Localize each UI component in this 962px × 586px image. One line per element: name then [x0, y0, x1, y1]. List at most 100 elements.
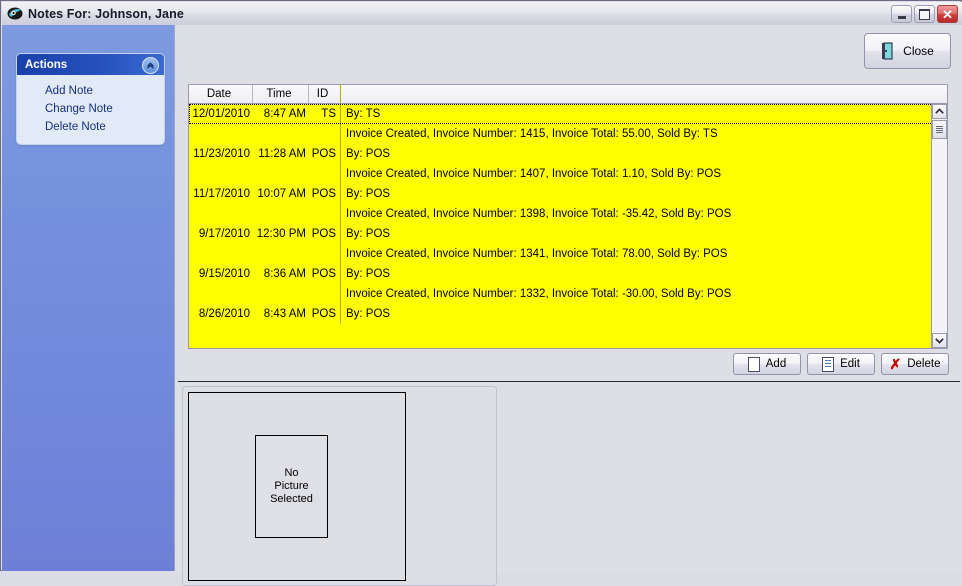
- notes-grid: Date Time ID 12/01/2010 8:47 AM TS By: TS In…: [188, 84, 948, 349]
- row-cell-time: 8:47 AM: [263, 108, 306, 120]
- actions-panel-body: Add Note Change Note Delete Note: [17, 75, 164, 144]
- column-header-date[interactable]: Date: [189, 85, 253, 103]
- row-cell-time: [253, 164, 309, 184]
- section-divider: [178, 381, 960, 382]
- row-cell-id: [309, 244, 341, 264]
- row-cell-note: Invoice Created, Invoice Number: 1332, I…: [346, 288, 732, 300]
- row-cell-time: 8:36 AM: [263, 268, 306, 280]
- row-cell-note: By: POS: [346, 148, 391, 160]
- grid-header-row: Date Time ID: [189, 85, 947, 104]
- row-cell-id: [309, 124, 341, 144]
- close-icon: ✕: [942, 6, 953, 22]
- maximize-icon: [919, 8, 930, 20]
- chevron-up-icon[interactable]: [142, 57, 159, 74]
- close-button-label: Close: [903, 44, 934, 58]
- row-cell-time: [253, 284, 309, 304]
- row-cell-note: By: POS: [346, 268, 391, 280]
- scrollbar-grip-icon: [936, 126, 943, 133]
- row-cell-note: By: POS: [346, 188, 391, 200]
- delete-button[interactable]: ✗ Delete: [881, 353, 949, 375]
- table-row[interactable]: Invoice Created, Invoice Number: 1341, I…: [189, 244, 933, 264]
- sidebar-item-add-note[interactable]: Add Note: [17, 82, 164, 100]
- row-cell-date: [189, 204, 253, 224]
- table-row[interactable]: Invoice Created, Invoice Number: 1415, I…: [189, 124, 933, 144]
- no-picture-placeholder: No Picture Selected: [255, 435, 328, 538]
- column-header-note[interactable]: [341, 85, 947, 103]
- placeholder-line-3: Selected: [270, 493, 313, 505]
- row-cell-time: 8:43 AM: [263, 308, 306, 320]
- row-cell-time: 11:28 AM: [258, 148, 306, 160]
- column-header-time[interactable]: Time: [253, 85, 309, 103]
- row-cell-date: [189, 164, 253, 184]
- table-row[interactable]: 8/26/2010 8:43 AM POS By: POS: [189, 304, 933, 324]
- actions-panel-title: Actions: [25, 58, 68, 71]
- exit-door-icon: [881, 42, 895, 60]
- table-row[interactable]: Invoice Created, Invoice Number: 1332, I…: [189, 284, 933, 304]
- grid-action-buttons: Add Edit ✗ Delete: [733, 353, 949, 375]
- close-window-button[interactable]: ✕: [937, 5, 958, 23]
- app-swoosh-icon: [7, 6, 23, 21]
- table-row[interactable]: Invoice Created, Invoice Number: 1407, I…: [189, 164, 933, 184]
- close-button[interactable]: Close: [864, 33, 951, 69]
- row-cell-date: 8/26/2010: [198, 308, 250, 320]
- row-cell-id: POS: [309, 184, 341, 204]
- delete-button-label: Delete: [907, 358, 941, 370]
- row-cell-id: [309, 284, 341, 304]
- table-row[interactable]: 9/15/2010 8:36 AM POS By: POS: [189, 264, 933, 284]
- row-cell-date: [189, 124, 253, 144]
- row-cell-id: POS: [309, 144, 341, 164]
- sidebar-item-delete-note[interactable]: Delete Note: [17, 118, 164, 136]
- minimize-icon: [897, 15, 906, 19]
- lined-page-icon: [822, 356, 835, 372]
- sidebar: Actions Add Note Change Note Delete Note: [2, 25, 175, 571]
- grid-vertical-scrollbar[interactable]: [931, 104, 947, 348]
- sidebar-item-change-note[interactable]: Change Note: [17, 100, 164, 118]
- row-cell-id: [309, 164, 341, 184]
- picture-frame[interactable]: No Picture Selected: [188, 392, 406, 581]
- row-cell-date: [189, 244, 253, 264]
- notes-window: Notes For: Johnson, Jane ✕ Actions Add N…: [0, 0, 962, 586]
- table-row[interactable]: 12/01/2010 8:47 AM TS By: TS: [189, 104, 933, 124]
- maximize-button[interactable]: [914, 5, 935, 23]
- row-cell-note: By: POS: [346, 228, 391, 240]
- row-cell-date: 12/01/2010: [192, 108, 250, 120]
- row-cell-note: Invoice Created, Invoice Number: 1341, I…: [346, 248, 728, 260]
- add-button-label: Add: [765, 358, 787, 370]
- row-cell-date: 9/17/2010: [198, 228, 250, 240]
- row-cell-note: Invoice Created, Invoice Number: 1398, I…: [346, 208, 732, 220]
- table-row[interactable]: Invoice Created, Invoice Number: 1398, I…: [189, 204, 933, 224]
- table-row[interactable]: 11/23/2010 11:28 AM POS By: POS: [189, 144, 933, 164]
- placeholder-line-2: Picture: [274, 480, 309, 492]
- row-cell-time: [253, 244, 309, 264]
- actions-panel-header: Actions: [17, 54, 164, 75]
- row-cell-note: Invoice Created, Invoice Number: 1407, I…: [346, 168, 722, 180]
- row-cell-id: [309, 204, 341, 224]
- row-cell-time: 10:07 AM: [257, 188, 306, 200]
- row-cell-note: Invoice Created, Invoice Number: 1415, I…: [346, 128, 718, 140]
- row-cell-date: 11/17/2010: [193, 188, 250, 200]
- edit-button[interactable]: Edit: [807, 353, 875, 375]
- main-content: Close Date Time ID 12/01/2010 8:47 AM TS By…: [175, 25, 962, 586]
- row-cell-time: 12:30 PM: [256, 228, 306, 240]
- minimize-button[interactable]: [891, 5, 912, 23]
- red-x-icon: ✗: [889, 356, 902, 372]
- row-cell-date: 11/23/2010: [193, 148, 250, 160]
- grid-body[interactable]: 12/01/2010 8:47 AM TS By: TS Invoice Created…: [189, 104, 933, 348]
- table-row[interactable]: 9/17/2010 12:30 PM POS By: POS: [189, 224, 933, 244]
- row-cell-id: POS: [309, 224, 341, 244]
- placeholder-line-1: No: [284, 467, 299, 479]
- picture-panel: No Picture Selected: [182, 386, 497, 586]
- row-cell-time: [253, 124, 309, 144]
- row-cell-id: POS: [309, 264, 341, 284]
- row-cell-id: POS: [309, 304, 341, 324]
- actions-panel: Actions Add Note Change Note Delete Note: [16, 53, 165, 145]
- row-cell-date: [189, 284, 253, 304]
- row-cell-note: By: TS: [346, 108, 381, 120]
- add-button[interactable]: Add: [733, 353, 801, 375]
- column-header-id[interactable]: ID: [309, 85, 341, 103]
- scrollbar-thumb[interactable]: [932, 120, 947, 139]
- scroll-down-icon[interactable]: [932, 333, 947, 348]
- table-row[interactable]: 11/17/2010 10:07 AM POS By: POS: [189, 184, 933, 204]
- scroll-up-icon[interactable]: [932, 104, 947, 119]
- row-cell-date: 9/15/2010: [198, 268, 250, 280]
